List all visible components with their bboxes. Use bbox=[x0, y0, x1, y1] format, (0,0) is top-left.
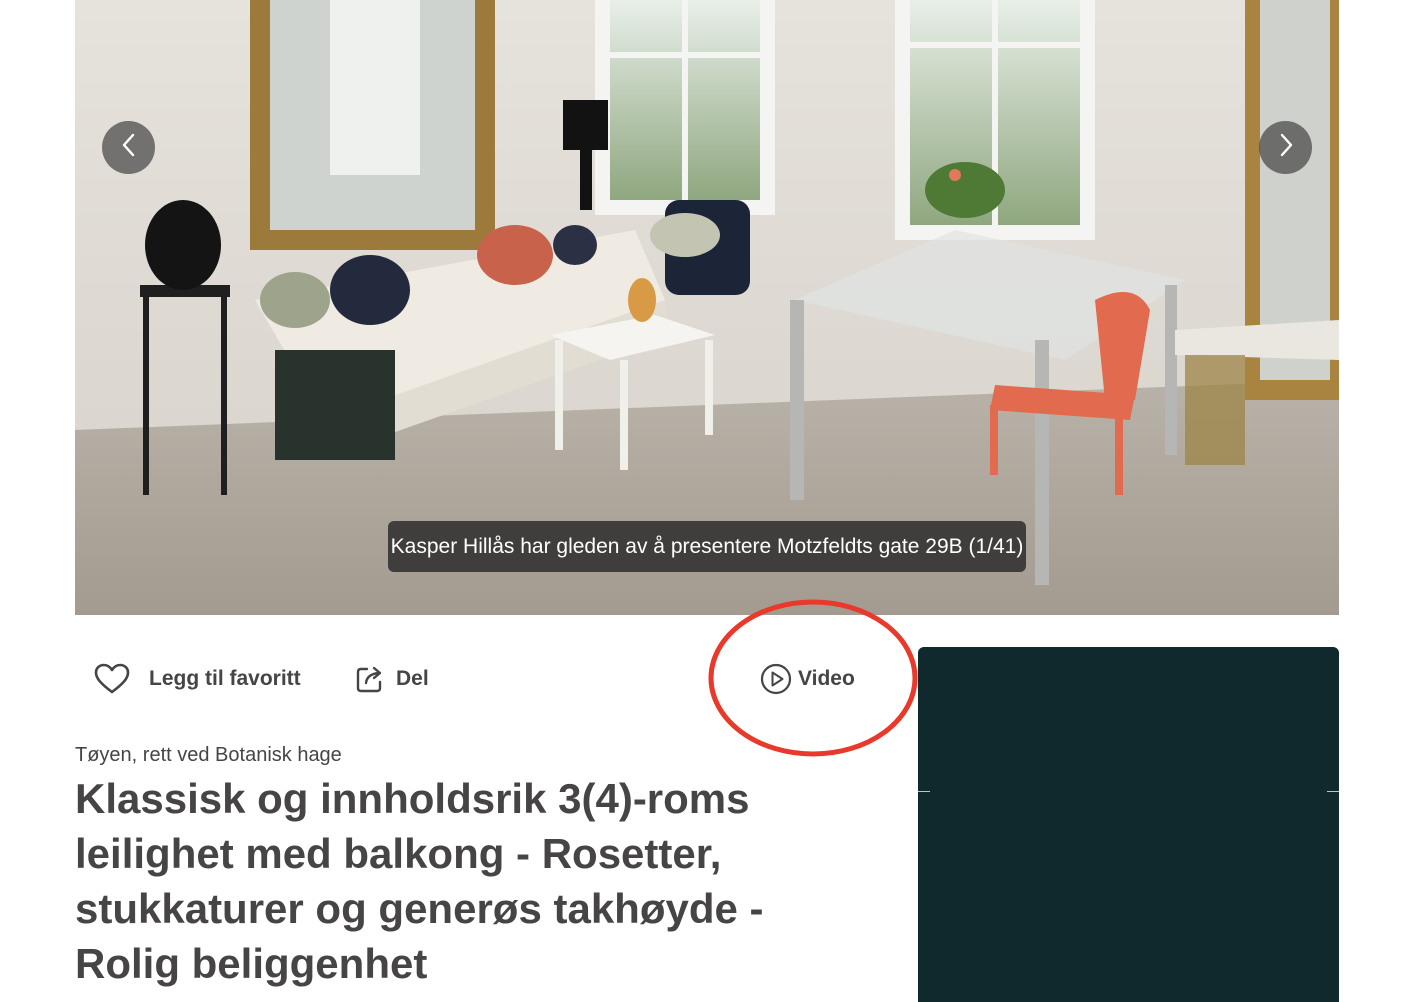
panel-divider-left bbox=[918, 791, 930, 792]
share-button[interactable]: Del bbox=[355, 656, 429, 702]
add-favorite-label: Legg til favoritt bbox=[149, 667, 301, 690]
add-favorite-button[interactable]: Legg til favoritt bbox=[94, 656, 301, 702]
gallery-next-button[interactable] bbox=[1259, 121, 1312, 174]
listing-location: Tøyen, rett ved Botanisk hage bbox=[75, 744, 342, 766]
side-panel bbox=[918, 647, 1339, 1002]
share-label: Del bbox=[396, 667, 429, 690]
photo-gallery[interactable]: Kasper Hillås har gleden av å presentere… bbox=[75, 0, 1339, 615]
share-icon bbox=[355, 664, 385, 694]
listing-title: Klassisk og innholdsrik 3(4)-roms leilig… bbox=[75, 775, 764, 987]
video-button[interactable]: Video bbox=[760, 656, 855, 702]
chevron-left-icon bbox=[120, 132, 138, 163]
video-label: Video bbox=[798, 667, 855, 690]
photo-caption: Kasper Hillås har gleden av å presentere… bbox=[388, 521, 1026, 572]
play-icon bbox=[760, 663, 792, 695]
chevron-right-icon bbox=[1277, 132, 1295, 163]
gallery-prev-button[interactable] bbox=[102, 121, 155, 174]
panel-divider-right bbox=[1327, 791, 1339, 792]
heart-icon bbox=[94, 663, 130, 695]
